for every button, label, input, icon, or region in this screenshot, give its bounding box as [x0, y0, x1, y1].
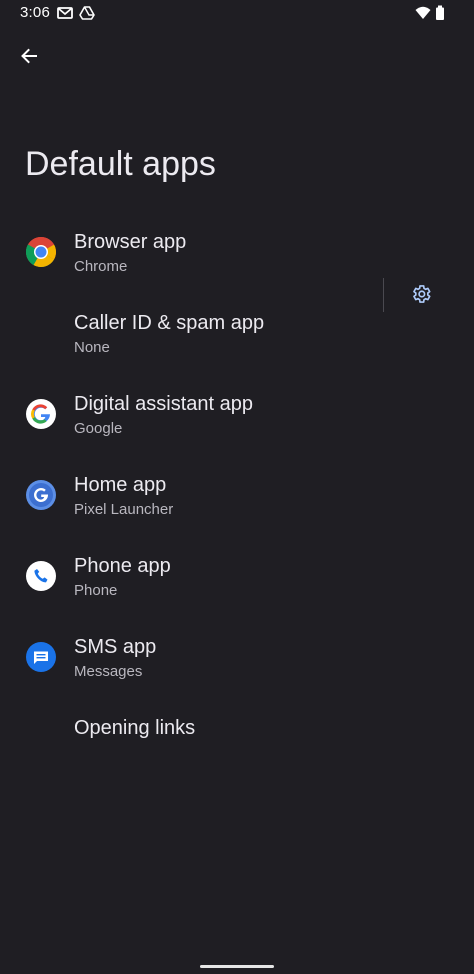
- chrome-icon: [25, 236, 57, 268]
- messages-icon: [25, 641, 57, 673]
- settings-screen: 3:06 Default apps Browser app Chrome Cal…: [0, 0, 474, 974]
- list-item-phone-app[interactable]: Phone app Phone: [0, 525, 474, 606]
- list-item-title: Home app: [74, 474, 167, 496]
- list-item-title: Caller ID & spam app: [74, 312, 265, 334]
- phone-icon: [25, 560, 57, 592]
- battery-icon: [435, 5, 445, 21]
- list-item-subtitle: Messages: [74, 663, 143, 680]
- list-item-title: Browser app: [74, 231, 187, 253]
- list-item-title: Opening links: [74, 717, 196, 739]
- list-item-title: SMS app: [74, 636, 157, 658]
- list-item-title: Digital assistant app: [74, 393, 253, 415]
- list-item-opening-links[interactable]: Opening links: [0, 687, 474, 768]
- list-item-subtitle: Phone: [74, 582, 118, 599]
- wifi-icon: [415, 5, 431, 21]
- home-app-settings-button[interactable]: [401, 276, 441, 316]
- list-item-subtitle: None: [74, 339, 110, 356]
- list-item-sms-app[interactable]: SMS app Messages: [0, 606, 474, 687]
- pixel-launcher-icon: [25, 479, 57, 511]
- list-item-subtitle: Chrome: [74, 258, 128, 275]
- list-item-title: Phone app: [74, 555, 171, 577]
- list-item-browser-app[interactable]: Browser app Chrome: [0, 201, 474, 282]
- google-icon: [25, 398, 57, 430]
- status-bar: 3:06: [0, 0, 474, 26]
- drive-icon: [79, 5, 95, 21]
- back-button[interactable]: [9, 38, 49, 78]
- list-item-digital-assistant-app[interactable]: Digital assistant app Google: [0, 363, 474, 444]
- status-time: 3:06: [20, 4, 50, 21]
- page-title: Default apps: [25, 145, 216, 183]
- gear-icon: [410, 283, 432, 310]
- list-item-subtitle: Google: [74, 420, 123, 437]
- list-item-subtitle: Pixel Launcher: [74, 501, 174, 518]
- gmail-icon: [57, 5, 73, 21]
- back-arrow-icon: [19, 46, 39, 71]
- home-app-divider: [383, 278, 384, 312]
- list-item-home-app[interactable]: Home app Pixel Launcher: [0, 444, 474, 525]
- navigation-gesture-handle[interactable]: [200, 965, 274, 968]
